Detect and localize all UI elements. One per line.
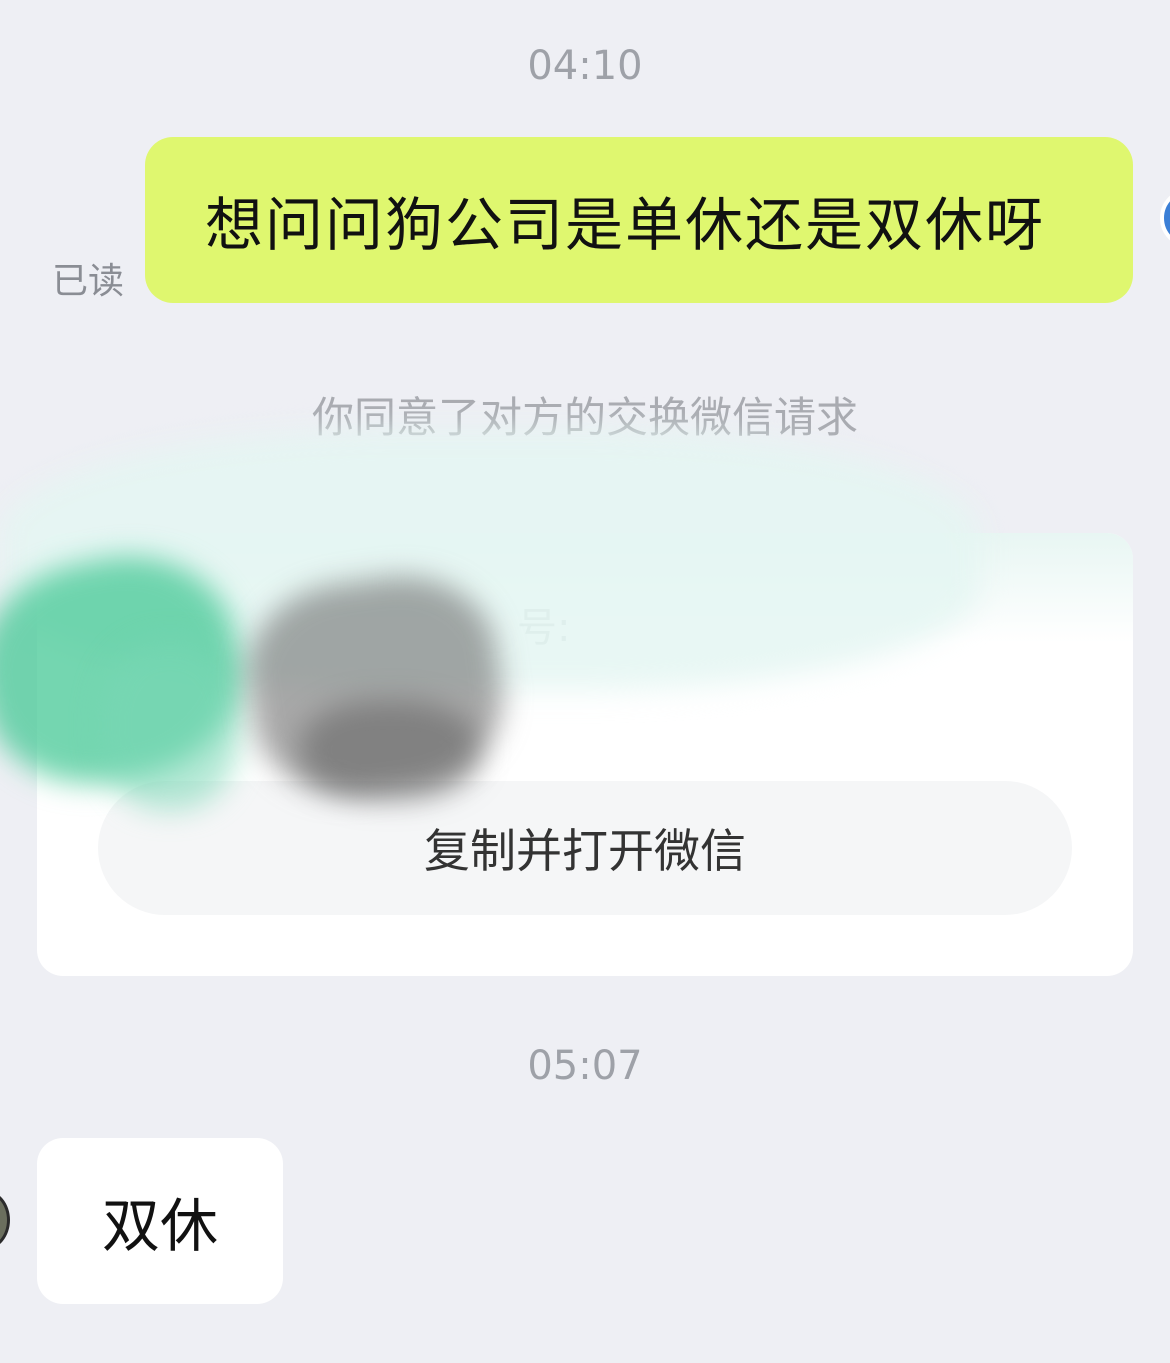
- card-header-tint: [37, 533, 1133, 643]
- system-note: 你同意了对方的交换微信请求: [311, 393, 858, 442]
- wechat-exchange-card: 号: 复制并打开微信: [37, 533, 1133, 976]
- received-message-bubble[interactable]: 双休: [37, 1138, 283, 1304]
- peer-avatar[interactable]: [0, 1190, 10, 1250]
- sent-message-text: 想问问狗公司是单休还是双休呀: [205, 191, 1046, 259]
- sent-message-bubble[interactable]: 想问问狗公司是单休还是双休呀: [145, 137, 1133, 303]
- wechat-id-label: 号:: [517, 605, 571, 651]
- read-status: 已读: [52, 261, 125, 302]
- timestamp: 04:10: [527, 43, 643, 89]
- self-avatar[interactable]: [1160, 188, 1170, 248]
- copy-and-open-wechat-button[interactable]: 复制并打开微信: [98, 781, 1072, 915]
- received-message-text: 双休: [101, 1192, 218, 1260]
- timestamp: 05:07: [527, 1043, 643, 1089]
